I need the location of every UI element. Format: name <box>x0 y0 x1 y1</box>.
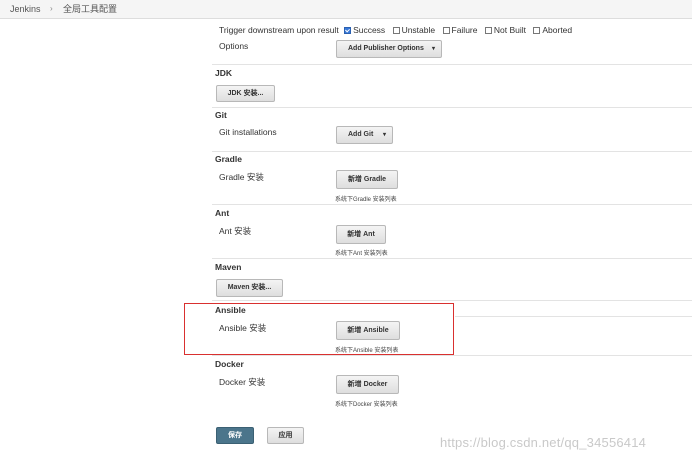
failure-checkbox[interactable] <box>442 27 450 34</box>
not-built-checkbox[interactable] <box>484 27 492 34</box>
breadcrumb-jenkins[interactable]: Jenkins <box>10 0 41 18</box>
unstable-label: Unstable <box>401 25 436 35</box>
divider <box>212 300 692 301</box>
ant-help-text: 系统下Ant 安装列表 <box>335 251 388 257</box>
add-docker-button[interactable]: 新增 Docker <box>336 375 399 394</box>
ansible-highlight-box <box>184 303 454 355</box>
jdk-install-button[interactable]: JDK 安装... <box>216 85 275 102</box>
jdk-section-title: JDK <box>215 68 233 78</box>
apply-button[interactable]: 应用 <box>267 427 304 444</box>
options-label: Options <box>219 41 249 51</box>
gradle-install-label: Gradle 安装 <box>219 172 264 182</box>
watermark-text: https://blog.csdn.net/qq_34556414 <box>440 435 647 450</box>
aborted-label: Aborted <box>542 25 573 35</box>
gradle-help-text: 系统下Gradle 安装列表 <box>335 197 397 203</box>
add-gradle-button[interactable]: 新增 Gradle <box>336 170 398 189</box>
add-git-button[interactable]: Add Git ▾ <box>336 126 393 144</box>
breadcrumb-bar: Jenkins › 全局工具配置 <box>0 0 692 19</box>
ant-section-title: Ant <box>215 208 230 218</box>
save-button[interactable]: 保存 <box>216 427 254 444</box>
success-checkbox[interactable] <box>344 27 352 34</box>
divider <box>212 204 692 205</box>
trigger-downstream-row: Trigger downstream upon result Success U… <box>219 25 574 35</box>
divider <box>212 258 692 259</box>
failure-label: Failure <box>451 25 478 35</box>
ant-install-label: Ant 安装 <box>219 226 252 236</box>
maven-section-title: Maven <box>215 262 242 272</box>
docker-section-title: Docker <box>215 359 244 369</box>
chevron-down-icon: ▾ <box>432 46 436 52</box>
docker-install-label: Docker 安装 <box>219 377 266 387</box>
chevron-down-icon: ▾ <box>383 132 387 138</box>
not-built-label: Not Built <box>493 25 526 35</box>
gradle-section-title: Gradle <box>215 154 242 164</box>
git-section-title: Git <box>215 110 227 120</box>
unstable-checkbox[interactable] <box>392 27 400 34</box>
trigger-label: Trigger downstream upon result <box>219 25 339 35</box>
aborted-checkbox[interactable] <box>533 27 541 34</box>
divider <box>455 316 692 317</box>
divider <box>212 151 692 152</box>
add-publisher-options-label: Add Publisher Options <box>348 45 424 52</box>
docker-help-text: 系统下Docker 安装列表 <box>335 402 398 408</box>
maven-install-button[interactable]: Maven 安装... <box>216 279 283 297</box>
success-label: Success <box>353 25 386 35</box>
divider <box>212 107 692 108</box>
add-git-label: Add Git <box>348 131 374 138</box>
breadcrumb-current[interactable]: 全局工具配置 <box>63 0 117 18</box>
add-publisher-options-button[interactable]: Add Publisher Options ▾ <box>336 40 442 58</box>
divider <box>212 355 692 356</box>
add-ant-button[interactable]: 新增 Ant <box>336 225 386 244</box>
breadcrumb-separator-icon: › <box>50 4 53 13</box>
git-installations-label: Git installations <box>219 127 277 137</box>
divider <box>212 64 692 65</box>
